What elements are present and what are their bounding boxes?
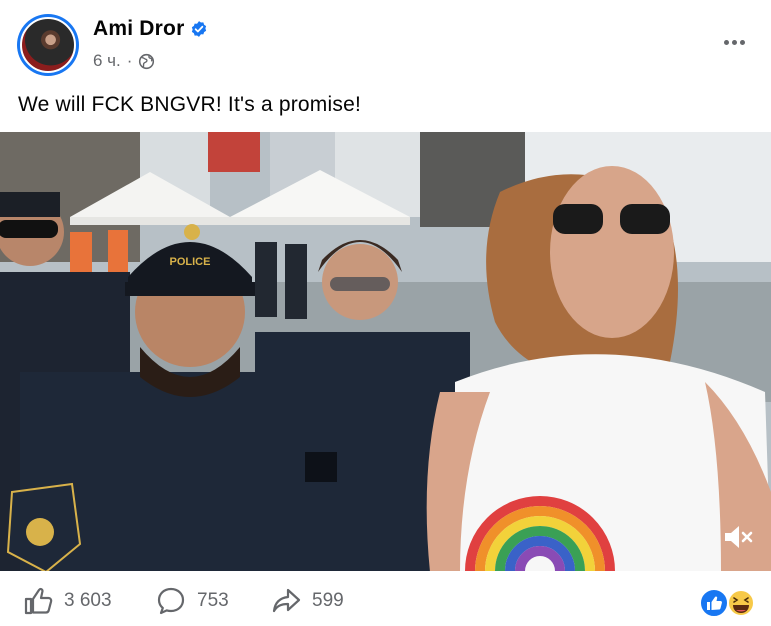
haha-reaction-icon — [727, 589, 755, 617]
like-button[interactable]: 3 603 — [22, 585, 112, 617]
post-actions-bar: 3 603 753 599 — [0, 579, 771, 626]
author-avatar[interactable] — [17, 14, 79, 76]
police-cap-text: POLICE — [170, 256, 211, 268]
post-video[interactable]: POLICE — [0, 132, 771, 571]
globe-icon[interactable] — [138, 53, 155, 70]
post-timestamp[interactable]: 6 ч. — [93, 51, 121, 71]
share-icon — [272, 588, 301, 613]
avatar-photo — [20, 17, 76, 73]
comments-count: 753 — [197, 590, 229, 611]
facebook-post: Ami Dror 6 ч. · We will FCK BNGVR! It's … — [0, 0, 771, 626]
shares-count: 599 — [312, 590, 344, 611]
reactions-summary[interactable] — [697, 587, 759, 619]
post-meta: 6 ч. · — [93, 51, 155, 71]
author-name[interactable]: Ami Dror — [93, 17, 184, 41]
thumbs-up-icon — [24, 587, 53, 615]
like-reaction-icon — [699, 588, 729, 618]
muted-speaker-icon[interactable] — [719, 519, 755, 555]
video-frame: POLICE — [0, 132, 771, 571]
post-text: We will FCK BNGVR! It's a promise! — [18, 93, 361, 116]
likes-count: 3 603 — [64, 590, 112, 611]
verified-badge-icon — [192, 21, 207, 37]
meta-separator: · — [126, 51, 133, 70]
author-row: Ami Dror — [93, 17, 208, 41]
share-button[interactable]: 599 — [270, 585, 344, 617]
comment-button[interactable]: 753 — [155, 585, 229, 617]
comment-icon — [157, 587, 185, 615]
more-options-icon[interactable] — [719, 30, 749, 54]
